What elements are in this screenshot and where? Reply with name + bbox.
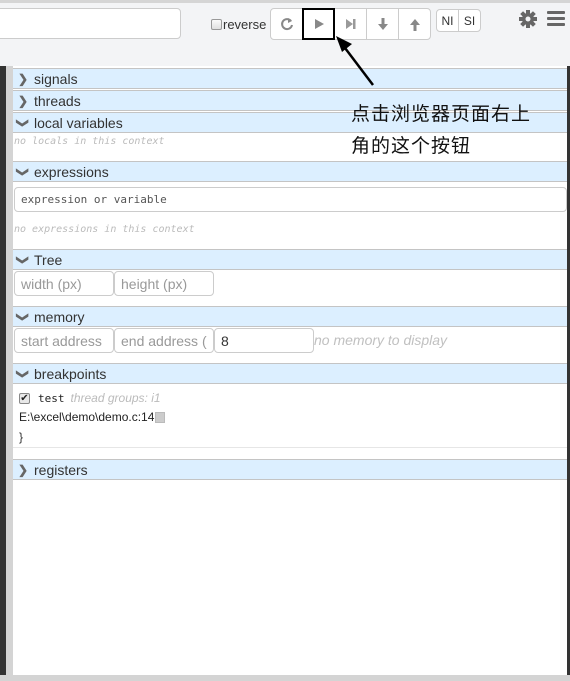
continue-button[interactable] (302, 8, 335, 40)
tree-width-input[interactable]: width (px) (14, 271, 114, 296)
memory-start-input[interactable]: start address (14, 328, 114, 353)
breakpoint-thread-groups: thread groups: i1 (70, 391, 161, 405)
annotation-text-line2: 角的这个按钮 (351, 135, 472, 157)
return-button[interactable] (398, 8, 431, 40)
chevron-right-icon: ❯ (17, 462, 29, 477)
play-icon (314, 19, 324, 29)
section-label: Tree (34, 251, 63, 268)
step-over-icon (345, 19, 355, 29)
arrow-up-icon (409, 18, 420, 31)
section-label: local variables (34, 114, 123, 131)
gear-icon[interactable] (518, 9, 538, 29)
section-label: threads (34, 92, 81, 109)
expression-input[interactable]: expression or variable (14, 187, 567, 212)
reverse-toggle[interactable]: reverse (211, 17, 266, 32)
breakpoint-location[interactable]: E:\excel\demo\demo.c:14 (19, 410, 154, 424)
memory-end-input[interactable]: end address ( (114, 328, 214, 353)
annotation-arrow (336, 36, 374, 86)
menu-icon[interactable] (547, 11, 565, 27)
refresh-button[interactable] (270, 8, 303, 40)
step-instruction-button[interactable]: SI (458, 9, 481, 32)
next-instruction-button[interactable]: NI (436, 9, 459, 32)
section-expressions[interactable]: ❯ expressions (13, 161, 567, 182)
breakpoint-closing: } (19, 430, 24, 444)
chevron-down-icon: ❯ (16, 166, 30, 177)
memory-empty-text: no memory to display (314, 332, 448, 348)
chevron-right-icon: ❯ (17, 71, 29, 86)
tree-height-input[interactable]: height (px) (114, 271, 214, 296)
section-tree[interactable]: ❯ Tree (13, 249, 567, 270)
arrow-down-icon (377, 17, 388, 30)
section-label: signals (34, 70, 78, 87)
bottom-border (0, 675, 570, 681)
breakpoint-item: ✔ test thread groups: i1 E:\excel\demo\d… (13, 386, 567, 448)
reverse-checkbox[interactable] (211, 19, 222, 30)
breakpoint-name: test (38, 391, 65, 405)
section-label: expressions (34, 163, 109, 180)
chevron-down-icon: ❯ (16, 117, 30, 128)
section-memory[interactable]: ❯ memory (13, 306, 567, 327)
toolbar: reverse NI SI (0, 0, 570, 66)
refresh-icon (280, 18, 293, 31)
chevron-down-icon: ❯ (16, 311, 30, 322)
memory-bytes-input[interactable]: 8 (214, 328, 314, 353)
expressions-empty-text: no expressions in this context (14, 224, 195, 235)
section-label: breakpoints (34, 365, 107, 382)
instruction-controls: NI SI (436, 9, 481, 32)
breakpoint-delete-box[interactable] (155, 411, 166, 423)
breakpoint-enabled-checkbox[interactable]: ✔ (19, 392, 30, 404)
chevron-down-icon: ❯ (16, 254, 30, 265)
chevron-down-icon: ❯ (16, 368, 30, 379)
section-registers[interactable]: ❯ registers (13, 459, 567, 480)
section-signals[interactable]: ❯ signals (13, 68, 567, 89)
annotation-text-line1: 点击浏览器页面右上 (351, 103, 532, 125)
section-label: memory (34, 308, 85, 325)
chevron-right-icon: ❯ (17, 93, 29, 108)
locals-empty-text: no locals in this context (14, 136, 165, 147)
reverse-label: reverse (223, 17, 267, 32)
section-breakpoints[interactable]: ❯ breakpoints (13, 363, 567, 384)
section-label: registers (34, 461, 88, 478)
gdb-command-input[interactable] (0, 8, 181, 39)
resize-handle[interactable] (6, 66, 13, 675)
debug-panel: ❯ signals ❯ threads ❯ local variables no… (13, 66, 567, 675)
